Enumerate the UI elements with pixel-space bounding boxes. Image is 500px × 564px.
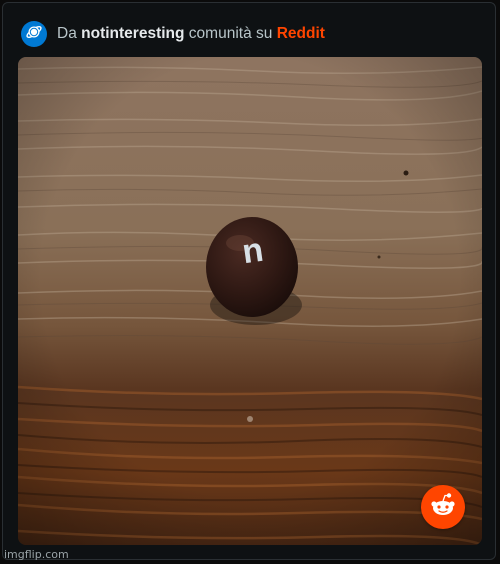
community-avatar[interactable] bbox=[21, 21, 47, 47]
imgflip-watermark: imgflip.com bbox=[4, 548, 69, 561]
platform-name[interactable]: Reddit bbox=[277, 25, 325, 42]
post-header: Da notinteresting comunità su Reddit bbox=[21, 20, 325, 48]
post-source-text: Da notinteresting comunità su Reddit bbox=[57, 25, 325, 43]
planet-icon bbox=[25, 23, 43, 46]
reddit-snoo-icon bbox=[429, 492, 457, 523]
reddit-badge[interactable] bbox=[421, 485, 465, 529]
source-prefix: Da bbox=[57, 25, 77, 42]
post-image[interactable]: n bbox=[18, 57, 482, 545]
community-name[interactable]: notinteresting bbox=[81, 25, 184, 42]
source-middle: comunità su bbox=[188, 25, 273, 42]
